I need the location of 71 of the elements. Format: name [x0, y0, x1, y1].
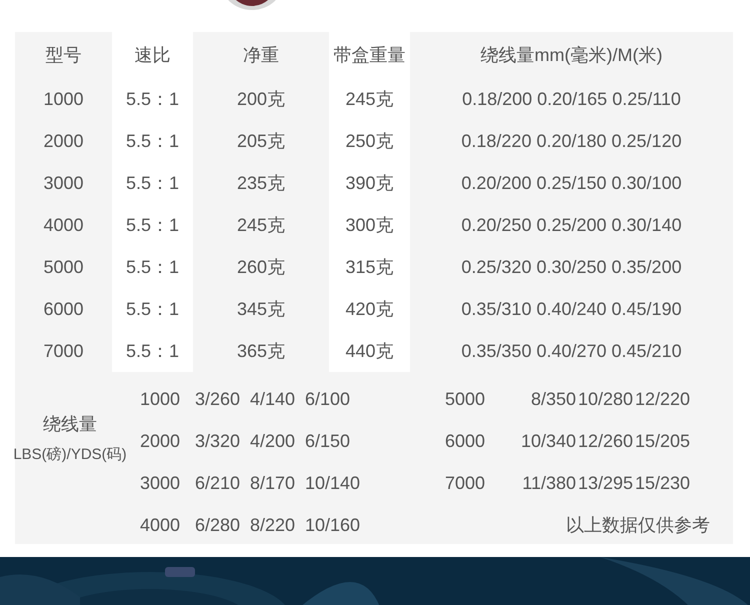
table-cell-text: 7000: [444, 472, 486, 494]
table-cell-text: 0.18/200 0.20/165 0.25/110: [462, 88, 681, 110]
table-cell-text: 8/170: [250, 472, 296, 494]
table-cell-text: 0.18/220 0.20/180 0.25/120: [461, 130, 682, 152]
row-label: 绕线量: [43, 413, 97, 436]
table-cell-text: 4/140: [250, 388, 296, 410]
table-cell-text: 6/280: [195, 514, 242, 536]
table-cell-text: 0.35/310 0.40/240 0.45/190: [461, 298, 682, 320]
table-cell-text: 6000: [43, 298, 84, 320]
table-cell-text: 0.20/250 0.25/200 0.30/140: [461, 214, 682, 236]
table-cell-text: 8/350: [530, 388, 576, 410]
table-cell-text: 420克: [345, 298, 394, 320]
table-cell-text: 6000: [444, 430, 486, 452]
table-cell-text: 235克: [236, 172, 286, 194]
table-cell-text: 2000: [138, 430, 182, 452]
note-text: 以上数据仅供参考: [566, 514, 710, 536]
row-label: LBS(磅)/YDS(码): [13, 445, 127, 466]
table-cell-text: 4000: [43, 214, 84, 236]
table-cell-text: 10/280: [576, 388, 633, 410]
table-cell-text: 300克: [345, 214, 394, 236]
table-cell-text: 12/220: [634, 388, 690, 410]
table-cell-text: 6/100: [305, 388, 352, 410]
table-cell-text: 8/220: [250, 514, 296, 536]
table-cell-text: 2000: [43, 130, 84, 152]
table-cell-text: 245克: [236, 214, 286, 236]
column-header: 净重: [243, 44, 279, 66]
column-header: 速比: [134, 44, 170, 66]
table-cell-text: 12/260: [576, 430, 633, 452]
table-cell-text: 6/210: [195, 472, 242, 494]
table-cell-text: 315克: [345, 256, 394, 278]
table-cell-text: 365克: [236, 340, 286, 362]
table-cell-text: 0.20/200 0.25/150 0.30/100: [461, 172, 682, 194]
table-cell-text: 390克: [345, 172, 394, 194]
table-cell-text: 5.5：1: [126, 172, 180, 194]
table-cell-text: 1000: [43, 88, 84, 110]
table-cell-text: 205克: [236, 130, 286, 152]
table-cell-text: 3000: [43, 172, 84, 194]
table-cell-text: 10/340: [520, 430, 576, 452]
table-cell-text: 5.5：1: [126, 88, 180, 110]
table-cell-text: 245克: [345, 88, 394, 110]
table-cell-text: 3/260: [195, 388, 242, 410]
table-cell-text: 15/205: [634, 430, 690, 452]
table-cell-text: 1000: [138, 388, 182, 410]
column-header: 绕线量mm(毫米)/M(米): [480, 44, 662, 67]
table-cell-text: 11/380: [521, 472, 576, 494]
table-cell-text: 3/320: [195, 430, 242, 452]
table-cell-text: 5.5：1: [126, 214, 180, 236]
table-cell-text: 5.5：1: [126, 340, 180, 362]
table-cell-text: 13/295: [576, 472, 633, 494]
table-cell-text: 15/230: [634, 472, 690, 494]
table-cell-text: 200克: [236, 88, 286, 110]
table-cell-text: 10/140: [305, 472, 360, 494]
table-cell-text: 5.5：1: [126, 256, 180, 278]
table-cell-text: 10/160: [305, 514, 360, 536]
table-cell-text: 7000: [43, 340, 84, 362]
table-cell-text: 4000: [138, 514, 182, 536]
table-cell-text: 0.35/350 0.40/270 0.45/210: [461, 340, 682, 362]
table-cell-text: 3000: [138, 472, 182, 494]
column-header: 型号: [46, 44, 82, 66]
table-cell-text: 440克: [345, 340, 394, 362]
table-cell-text: 5.5：1: [126, 130, 180, 152]
table-cell-text: 260克: [236, 256, 286, 278]
table-cell-text: 345克: [236, 298, 286, 320]
column-header: 带盒重量: [334, 44, 406, 66]
table-cell-text: 6/150: [305, 430, 352, 452]
table-cell-text: 5000: [43, 256, 84, 278]
table-cell-text: 5000: [444, 388, 486, 410]
table-cell-text: 4/200: [250, 430, 296, 452]
table-cell-text: 5.5：1: [126, 298, 180, 320]
table-cell-text: 0.25/320 0.30/250 0.35/200: [461, 256, 682, 278]
table-cell-text: 250克: [345, 130, 394, 152]
